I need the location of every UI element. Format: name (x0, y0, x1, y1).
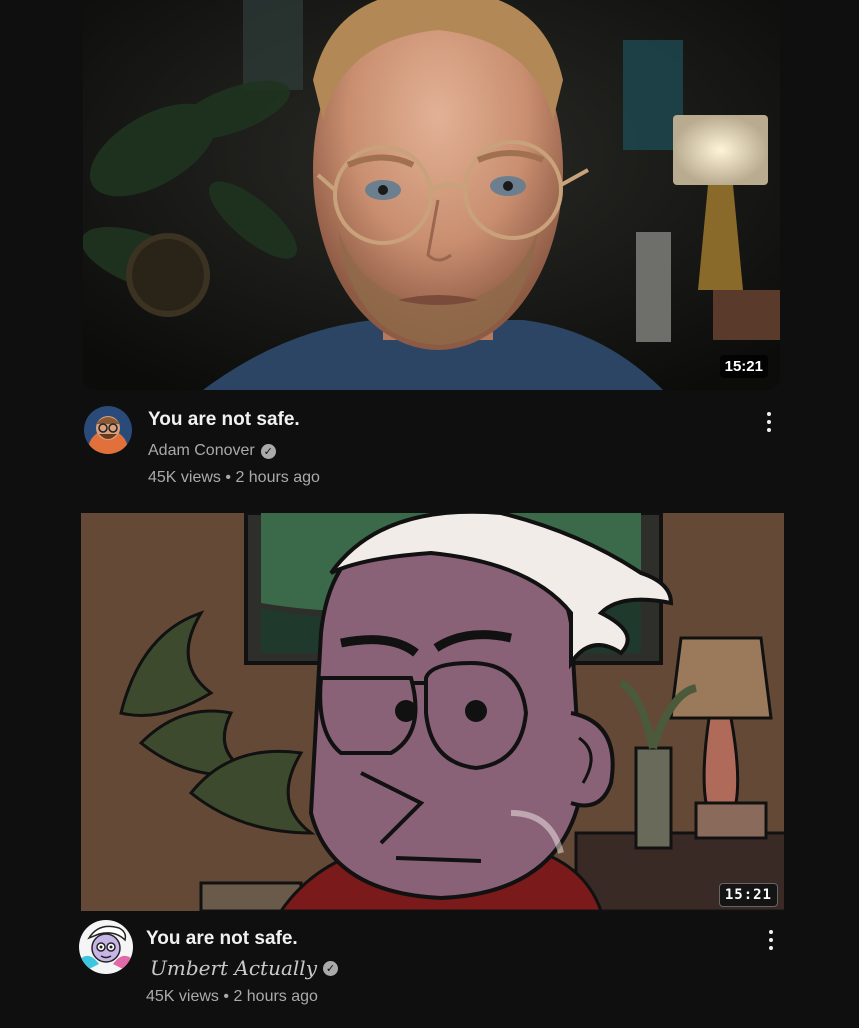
video-duration-badge: 15:21 (718, 883, 778, 907)
channel-name-label: Umbert Actually (150, 956, 317, 980)
thumbnail-image (83, 0, 780, 390)
video-thumbnail[interactable]: 15:21 (81, 513, 784, 911)
video-thumbnail[interactable]: 15:21 (83, 0, 780, 390)
upload-age: 2 hours ago (233, 988, 318, 1005)
check-circle-icon: ✓ (323, 960, 338, 976)
view-count: 45K views (148, 469, 221, 486)
meta-separator: • (225, 469, 231, 486)
video-metadata: 45K views • 2 hours ago (148, 469, 320, 487)
video-card[interactable]: 15:21 You are not safe. Adam Conover ✓ 4… (0, 0, 859, 500)
video-duration-badge: 15:21 (719, 355, 768, 378)
video-title[interactable]: You are not safe. (148, 409, 300, 431)
upload-age: 2 hours ago (235, 469, 320, 486)
more-vert-icon[interactable] (759, 928, 783, 952)
channel-avatar[interactable] (84, 406, 132, 454)
video-card[interactable]: 15:21 You are not safe. Umbert Actually … (0, 505, 859, 1025)
view-count: 45K views (146, 988, 219, 1005)
meta-separator: • (223, 988, 229, 1005)
video-title[interactable]: You are not safe. (146, 928, 298, 950)
more-vert-icon[interactable] (757, 410, 781, 434)
channel-name-label: Adam Conover (148, 442, 255, 459)
channel-avatar[interactable] (79, 920, 133, 974)
channel-name[interactable]: Umbert Actually ✓ (150, 956, 338, 980)
channel-name[interactable]: Adam Conover ✓ (148, 442, 276, 460)
check-circle-icon: ✓ (260, 443, 276, 459)
video-metadata: 45K views • 2 hours ago (146, 988, 318, 1006)
thumbnail-image (81, 513, 784, 911)
